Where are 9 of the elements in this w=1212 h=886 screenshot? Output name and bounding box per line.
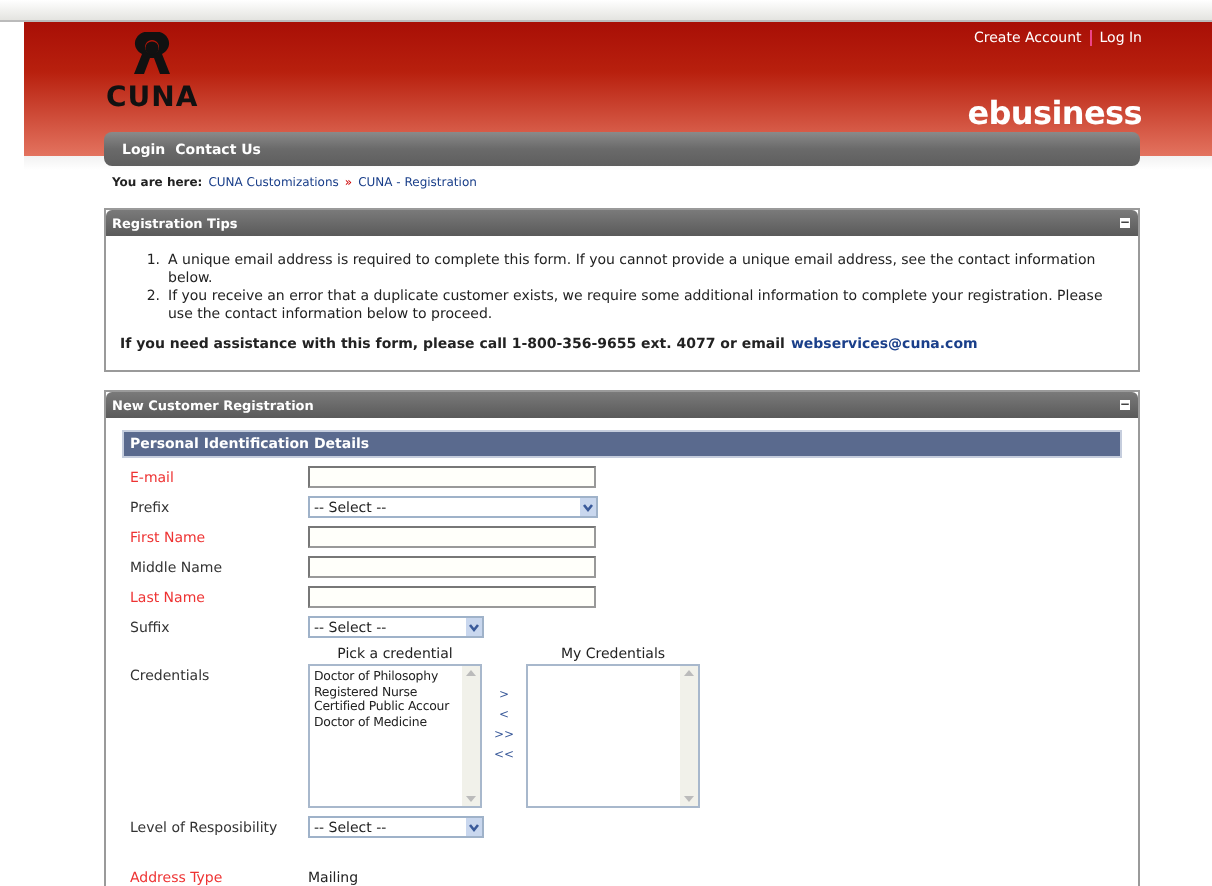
dropdown-arrow-icon[interactable] [466,618,482,636]
dropdown-arrow-icon[interactable] [466,818,482,836]
logo-text: CUNA [106,82,199,114]
dropdown-arrow-icon[interactable] [580,498,596,516]
input-field[interactable] [308,526,596,548]
input-field[interactable] [308,556,596,578]
brand-title: ebusiness [967,96,1142,132]
input-field[interactable] [308,466,596,488]
input-field[interactable] [308,586,596,608]
